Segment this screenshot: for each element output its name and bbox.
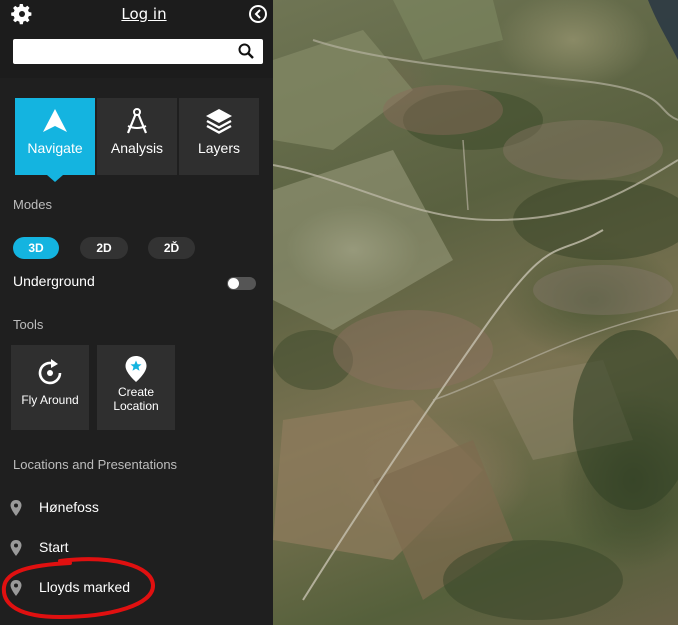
tool-label: Fly Around bbox=[21, 393, 79, 407]
tab-label: Analysis bbox=[110, 140, 164, 156]
login-link[interactable]: Log in bbox=[100, 5, 188, 23]
toggle-knob bbox=[228, 278, 239, 289]
underground-label: Underground bbox=[13, 273, 95, 289]
location-name: Start bbox=[39, 539, 69, 555]
collapse-sidebar-icon[interactable] bbox=[249, 5, 267, 23]
rotate-icon bbox=[38, 359, 62, 385]
search-input[interactable] bbox=[19, 39, 238, 64]
sidebar-header: Log in bbox=[0, 0, 273, 78]
tab-layers[interactable]: Layers bbox=[179, 98, 259, 175]
active-tab-pointer bbox=[47, 175, 63, 182]
search-box bbox=[13, 39, 263, 64]
navigate-arrow-icon bbox=[43, 109, 67, 132]
mode-3d-button[interactable]: 3D bbox=[13, 237, 59, 259]
tab-navigate[interactable]: Navigate bbox=[15, 98, 95, 182]
location-pin-icon bbox=[10, 540, 22, 556]
map-view[interactable] bbox=[273, 0, 678, 625]
mode-2d-button[interactable]: 2D bbox=[80, 237, 128, 259]
compass-drafting-icon bbox=[126, 108, 148, 134]
tab-analysis[interactable]: Analysis bbox=[97, 98, 177, 175]
mode-2d-alt-button[interactable]: 2Ď bbox=[148, 237, 195, 259]
underground-toggle[interactable] bbox=[227, 277, 256, 290]
layers-icon bbox=[206, 109, 232, 134]
annotation-circle bbox=[1, 557, 156, 620]
modes-heading: Modes bbox=[13, 197, 53, 212]
location-name: Hønefoss bbox=[39, 499, 99, 515]
map-imagery bbox=[273, 0, 678, 620]
locations-heading: Locations and Presentations bbox=[13, 457, 178, 472]
search-icon[interactable] bbox=[238, 43, 254, 59]
create-location-button[interactable]: Create Location bbox=[97, 345, 175, 430]
tab-label: Layers bbox=[197, 140, 241, 156]
fly-around-button[interactable]: Fly Around bbox=[11, 345, 89, 430]
gear-icon[interactable] bbox=[10, 2, 34, 26]
location-item[interactable]: Hønefoss bbox=[0, 494, 273, 524]
location-pin-star-icon bbox=[125, 356, 147, 382]
sidebar: Log in Navigate Analysis Layers Modes 3D… bbox=[0, 0, 273, 625]
tools-heading: Tools bbox=[13, 317, 44, 332]
tab-label: Navigate bbox=[27, 140, 83, 156]
location-pin-icon bbox=[10, 500, 22, 516]
tool-label: Create Location bbox=[113, 385, 159, 413]
